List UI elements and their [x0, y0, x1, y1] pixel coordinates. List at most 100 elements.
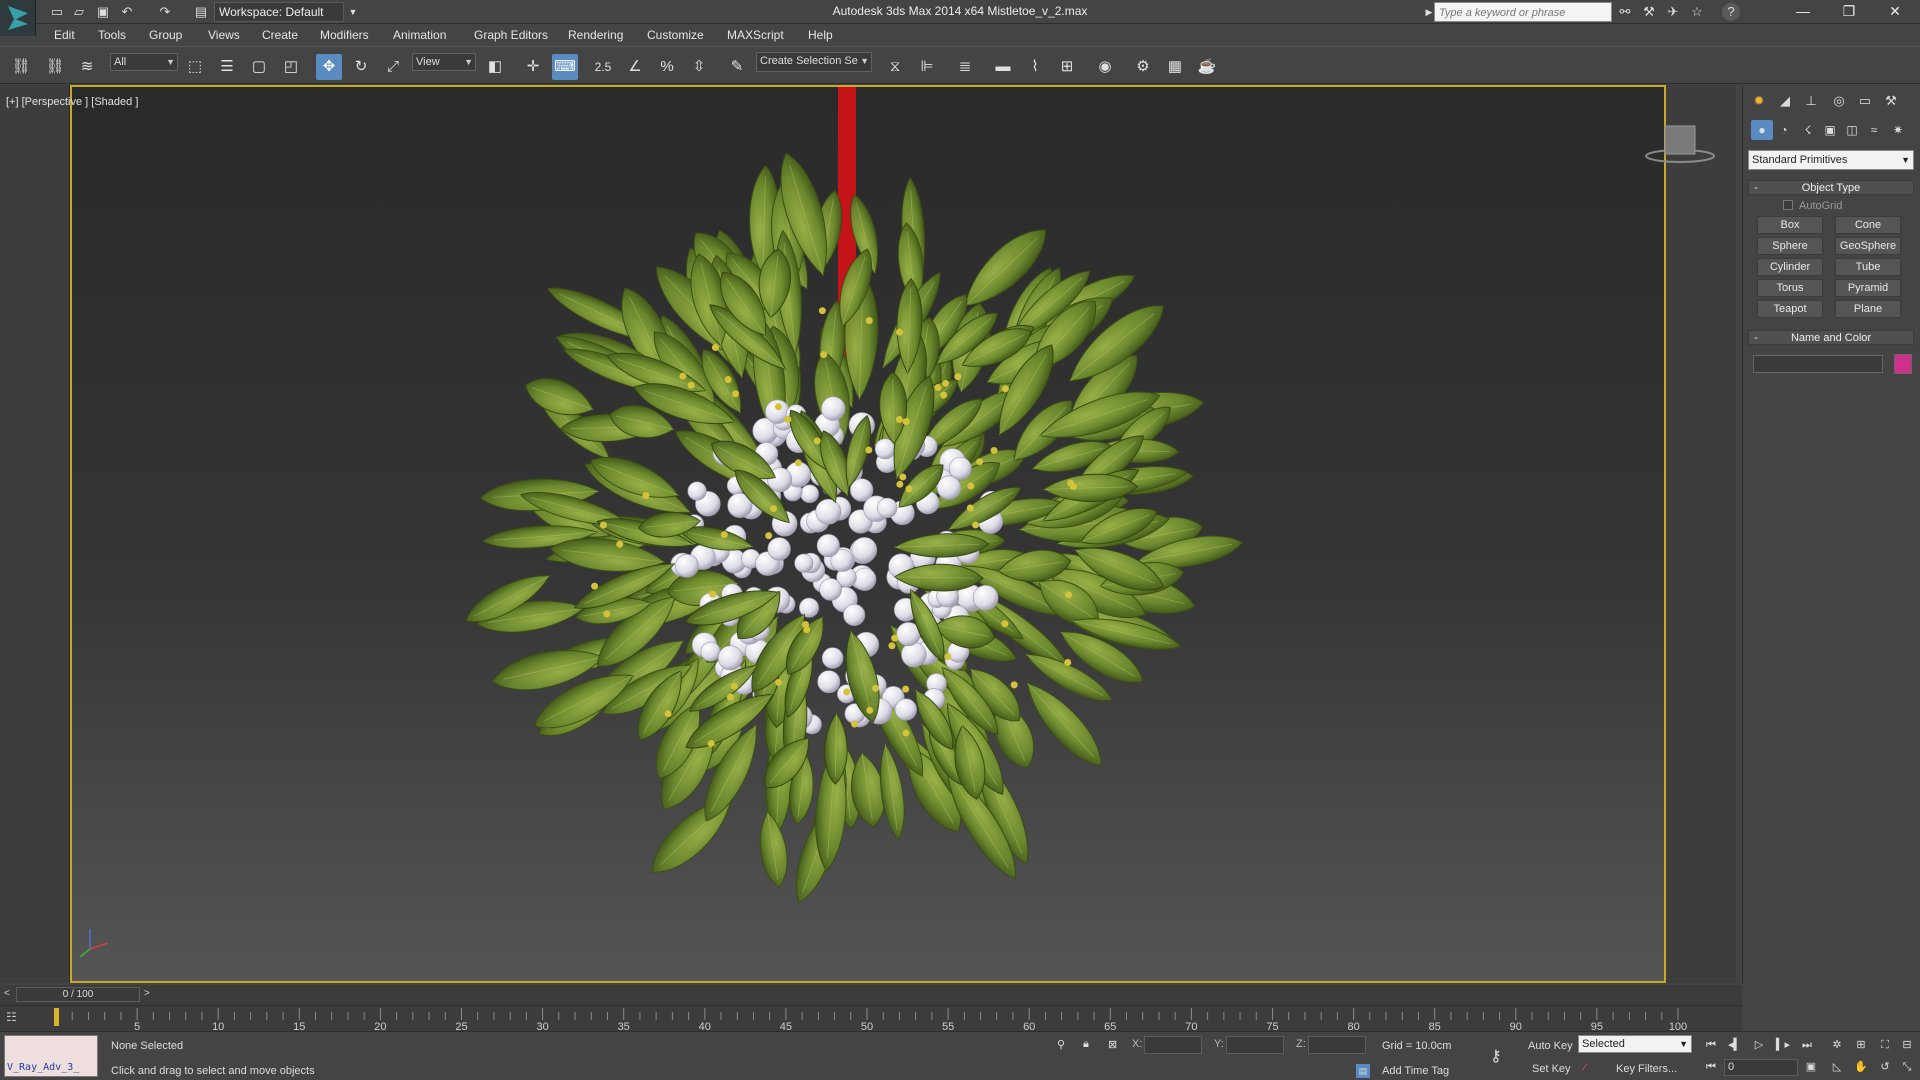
- display-tab-icon[interactable]: ▭: [1853, 90, 1877, 112]
- name-and-color-rollout[interactable]: - Name and Color: [1748, 330, 1914, 345]
- mistletoe-model[interactable]: [72, 87, 1664, 981]
- render-setup-icon[interactable]: ⚙: [1130, 54, 1156, 80]
- previous-key-icon[interactable]: ◂▍: [1724, 1036, 1746, 1054]
- absolute-mode-icon[interactable]: ⊠: [1108, 1038, 1117, 1051]
- box-button[interactable]: Box: [1757, 216, 1823, 234]
- previous-frame-icon[interactable]: <: [4, 988, 10, 999]
- new-file-icon[interactable]: ▭: [48, 3, 66, 21]
- menu-graph-editors[interactable]: Graph Editors: [474, 28, 548, 42]
- viewcube-icon[interactable]: [1645, 120, 1715, 166]
- render-production-icon[interactable]: ☕: [1194, 54, 1220, 80]
- menu-help[interactable]: Help: [808, 28, 833, 42]
- field-of-view-icon[interactable]: ◺: [1826, 1058, 1848, 1076]
- select-by-name-icon[interactable]: ☰: [214, 54, 240, 80]
- percent-snap-icon[interactable]: %: [654, 54, 680, 80]
- time-tag-icon[interactable]: ▤: [1356, 1064, 1370, 1078]
- schematic-view-icon[interactable]: ⊞: [1054, 54, 1080, 80]
- communication-center-icon[interactable]: ✈: [1664, 3, 1682, 21]
- align-icon[interactable]: ⊫: [914, 54, 940, 80]
- isolate-toggle-icon[interactable]: ⚲: [1057, 1038, 1065, 1051]
- auto-key-button[interactable]: Auto Key: [1528, 1040, 1573, 1052]
- time-slider-thumb[interactable]: 0 / 100: [16, 987, 140, 1002]
- time-slider-track[interactable]: < >: [0, 985, 1742, 1005]
- menu-group[interactable]: Group: [149, 28, 182, 42]
- motion-tab-icon[interactable]: ◎: [1827, 90, 1851, 112]
- select-and-rotate-icon[interactable]: ↻: [348, 54, 374, 80]
- current-frame-field[interactable]: 0: [1724, 1059, 1798, 1076]
- cylinder-button[interactable]: Cylinder: [1757, 258, 1823, 276]
- close-icon[interactable]: ✕: [1872, 0, 1918, 24]
- x-coordinate-field[interactable]: [1144, 1036, 1202, 1054]
- manipulate-icon[interactable]: ✛: [520, 54, 546, 80]
- maximize-viewport-icon[interactable]: ⤡: [1896, 1058, 1918, 1076]
- cameras-icon[interactable]: ▣: [1819, 120, 1841, 140]
- graphite-ribbon-icon[interactable]: ▬: [990, 54, 1016, 80]
- rendered-frame-window-icon[interactable]: ▦: [1162, 54, 1188, 80]
- key-curve-icon[interactable]: ⁄: [1584, 1062, 1586, 1074]
- key-mode-dropdown[interactable]: Selected ▼: [1578, 1035, 1692, 1053]
- zoom-all-icon[interactable]: ⊞: [1850, 1036, 1872, 1054]
- pyramid-button[interactable]: Pyramid: [1835, 279, 1901, 297]
- tube-button[interactable]: Tube: [1835, 258, 1901, 276]
- menu-edit[interactable]: Edit: [54, 28, 75, 42]
- menu-modifiers[interactable]: Modifiers: [320, 28, 369, 42]
- lights-icon[interactable]: ☇: [1797, 120, 1819, 140]
- systems-icon[interactable]: ✷: [1887, 120, 1909, 140]
- hierarchy-tab-icon[interactable]: ⊥: [1799, 90, 1823, 112]
- rectangular-selection-icon[interactable]: ▢: [246, 54, 272, 80]
- save-file-icon[interactable]: ▣: [94, 3, 112, 21]
- play-icon[interactable]: ▷: [1748, 1036, 1770, 1054]
- object-name-field[interactable]: [1753, 355, 1883, 373]
- reference-coordinate-dropdown[interactable]: View ▼: [412, 53, 476, 71]
- unlink-icon[interactable]: ⛓: [42, 54, 68, 80]
- menu-maxscript[interactable]: MAXScript: [727, 28, 784, 42]
- select-and-scale-icon[interactable]: ⤢: [380, 54, 406, 80]
- favorites-star-icon[interactable]: ☆: [1688, 3, 1706, 21]
- angle-snap-icon[interactable]: ∠: [622, 54, 648, 80]
- next-key-icon[interactable]: ▍▸: [1772, 1036, 1794, 1054]
- search-input[interactable]: Type a keyword or phrase: [1434, 2, 1612, 22]
- open-file-icon[interactable]: ▱: [70, 3, 88, 21]
- named-selection-dropdown[interactable]: Create Selection Se ▼: [756, 52, 872, 72]
- next-frame-icon[interactable]: >: [144, 988, 150, 999]
- binoculars-icon[interactable]: ⚯: [1616, 3, 1634, 21]
- set-key-button[interactable]: Set Key: [1532, 1063, 1571, 1075]
- subscription-icon[interactable]: ⚒: [1640, 3, 1658, 21]
- maxscript-listener[interactable]: V_Ray_Adv_3_: [4, 1035, 98, 1077]
- zoom-extents-icon[interactable]: ⛶: [1874, 1036, 1896, 1054]
- edit-named-selection-icon[interactable]: ✎: [724, 54, 750, 80]
- modify-tab-icon[interactable]: ◢: [1773, 90, 1797, 112]
- go-to-start-icon[interactable]: ⏮: [1700, 1036, 1722, 1054]
- autogrid-checkbox[interactable]: AutoGrid: [1783, 200, 1842, 212]
- select-object-icon[interactable]: ⬚: [182, 54, 208, 80]
- zoom-icon[interactable]: ✲: [1826, 1036, 1848, 1054]
- torus-button[interactable]: Torus: [1757, 279, 1823, 297]
- selection-filter-dropdown[interactable]: All ▼: [110, 53, 178, 71]
- geometry-icon[interactable]: ●: [1751, 120, 1773, 140]
- utilities-tab-icon[interactable]: ⚒: [1879, 90, 1903, 112]
- selection-lock-icon[interactable]: 🔒︎: [1083, 1038, 1089, 1051]
- space-warps-icon[interactable]: ≈: [1863, 120, 1885, 140]
- menu-customize[interactable]: Customize: [647, 28, 704, 42]
- key-filters-button[interactable]: Key Filters...: [1616, 1063, 1677, 1075]
- shapes-icon[interactable]: ◔: [1773, 120, 1795, 140]
- curve-editor-icon[interactable]: ⌇: [1022, 54, 1048, 80]
- menu-views[interactable]: Views: [208, 28, 240, 42]
- material-editor-icon[interactable]: ◉: [1092, 54, 1118, 80]
- object-category-dropdown[interactable]: Standard Primitives ▼: [1748, 150, 1914, 170]
- viewport-label[interactable]: [+] [Perspective ] [Shaded ]: [6, 96, 138, 108]
- object-type-rollout[interactable]: - Object Type: [1748, 180, 1914, 195]
- teapot-button[interactable]: Teapot: [1757, 300, 1823, 318]
- y-coordinate-field[interactable]: [1226, 1036, 1284, 1054]
- object-color-swatch[interactable]: [1894, 354, 1912, 374]
- menu-animation[interactable]: Animation: [393, 28, 446, 42]
- helpers-icon[interactable]: ◫: [1841, 120, 1863, 140]
- layer-manager-icon[interactable]: ≣: [952, 54, 978, 80]
- z-coordinate-field[interactable]: [1308, 1036, 1366, 1054]
- select-and-move-icon[interactable]: ✥: [316, 54, 342, 80]
- undo-icon[interactable]: ↶: [118, 3, 136, 21]
- maxscript-line[interactable]: V_Ray_Adv_3_: [7, 1062, 79, 1073]
- menu-rendering[interactable]: Rendering: [568, 28, 623, 42]
- create-tab-icon[interactable]: ✹: [1747, 90, 1771, 112]
- orbit-icon[interactable]: ↺: [1874, 1058, 1896, 1076]
